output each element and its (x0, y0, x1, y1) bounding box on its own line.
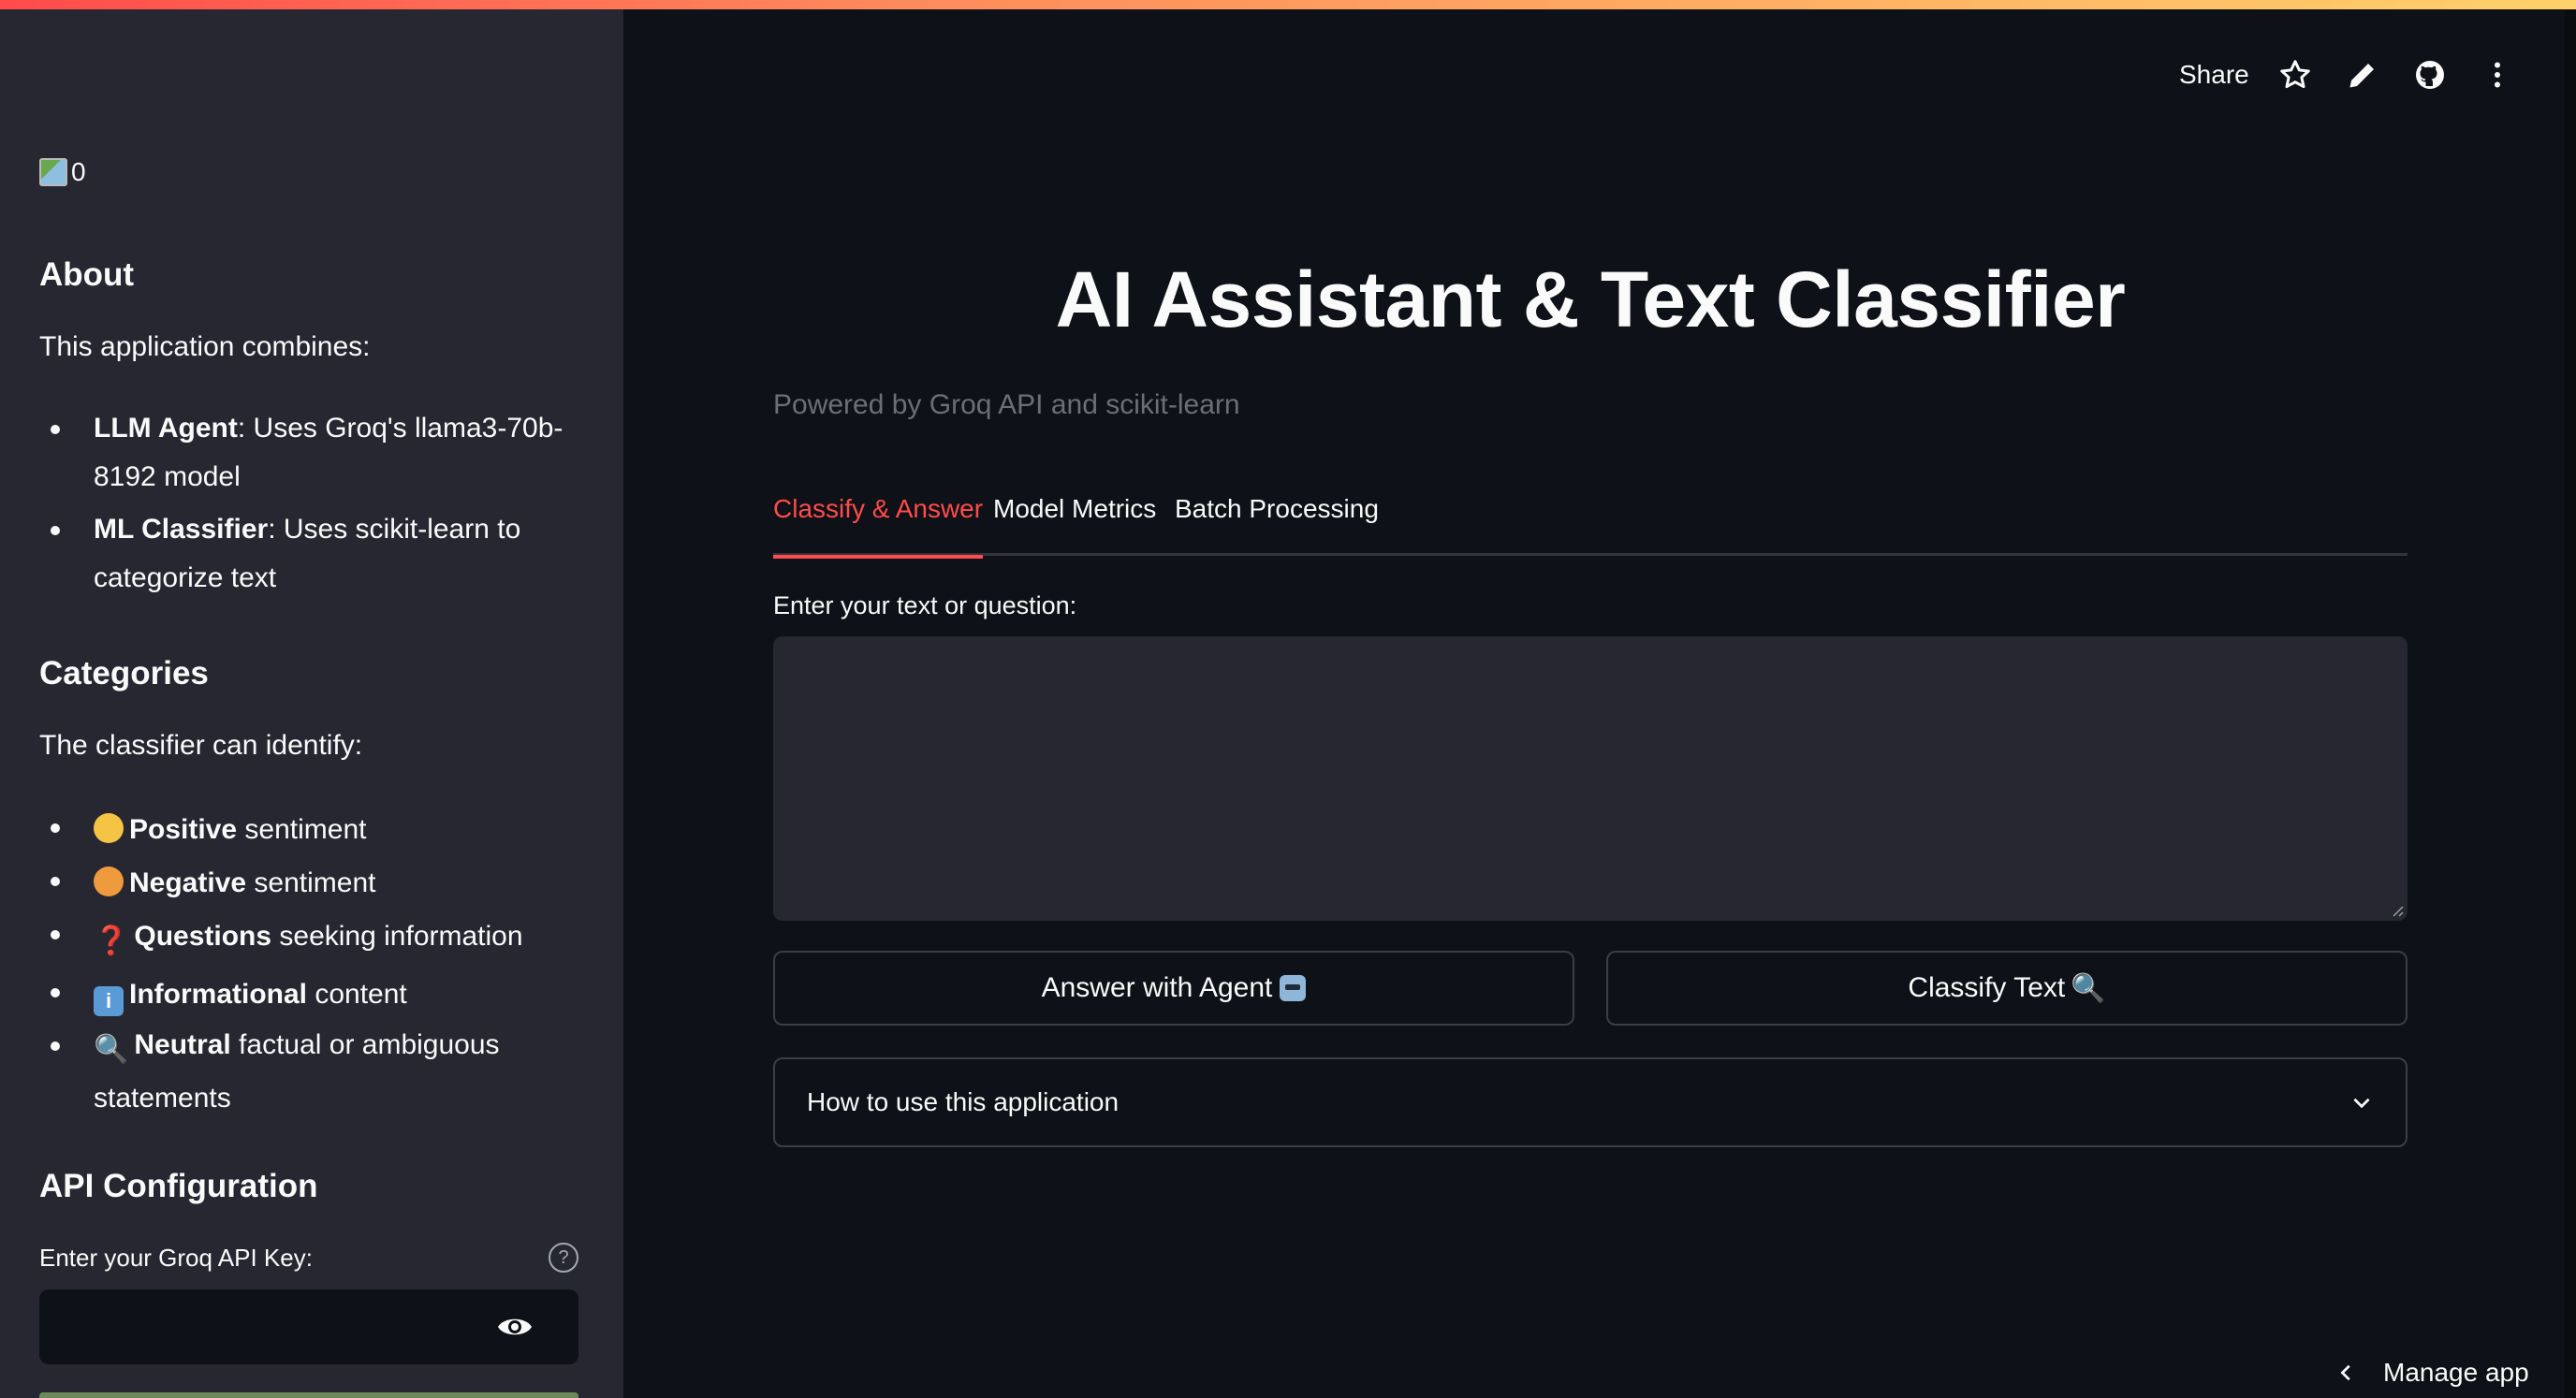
more-menu-icon[interactable] (2481, 58, 2514, 92)
top-decoration-bar (0, 0, 2576, 9)
about-list: LLM Agent: Uses Groq's llama3-70b-8192 m… (39, 404, 578, 603)
about-heading: About (39, 256, 135, 293)
about-text: This application combines: (39, 331, 371, 362)
info-icon: i (94, 986, 124, 1016)
tab-classify-answer[interactable]: Classify & Answer (773, 494, 984, 559)
chevron-left-icon (2340, 1364, 2350, 1381)
sidebar-bottom-strip (39, 1392, 578, 1398)
list-item: 🔍 Neutral factual or ambiguous statements (39, 1021, 578, 1123)
text-input[interactable] (773, 636, 2408, 921)
list-item: Positive sentiment (39, 803, 578, 856)
expander-label: How to use this application (807, 1087, 1120, 1116)
text-input-label: Enter your text or question: (773, 591, 1077, 619)
tab-model-metrics[interactable]: Model Metrics (993, 494, 1156, 556)
resize-grip-icon[interactable] (2389, 902, 2404, 917)
list-item: ML Classifier: Uses scikit-learn to cate… (39, 505, 578, 603)
tab-bar: Classify & Answer Model Metrics Batch Pr… (773, 494, 2408, 559)
api-key-label-row: Enter your Groq API Key: ? (39, 1243, 578, 1273)
chevron-down-icon (2353, 1098, 2370, 1109)
api-config-heading: API Configuration (39, 1168, 318, 1204)
list-item: Negative sentiment (39, 856, 578, 910)
smile-emoji-icon (94, 813, 124, 843)
categories-list: Positive sentiment Negative sentiment ❓ Q… (39, 803, 578, 1123)
list-item: ❓ Questions seeking information (39, 910, 578, 968)
classify-text-button[interactable]: Classify Text 🔍 (1606, 951, 2408, 1026)
magnifier-icon: 🔍 (94, 1034, 129, 1065)
sidebar: 0 About This application combines: LLM A… (0, 0, 623, 1398)
window-edge (2565, 0, 2576, 1398)
api-key-label: Enter your Groq API Key: (39, 1243, 313, 1272)
page-subtitle: Powered by Groq API and scikit-learn (773, 389, 1240, 420)
star-icon[interactable] (2278, 58, 2312, 92)
help-icon[interactable]: ? (549, 1243, 578, 1273)
share-button[interactable]: Share (2179, 60, 2249, 90)
magnifier-icon: 🔍 (2071, 972, 2106, 1004)
edit-pencil-icon[interactable] (2346, 58, 2379, 92)
categories-text: The classifier can identify: (39, 730, 363, 761)
angry-emoji-icon (94, 866, 124, 896)
tab-batch-processing[interactable]: Batch Processing (1175, 494, 1379, 556)
how-to-use-expander[interactable]: How to use this application (773, 1057, 2408, 1147)
page-title: AI Assistant & Text Classifier (1055, 255, 2126, 343)
robot-icon (1280, 975, 1307, 1001)
categories-heading: Categories (39, 655, 209, 692)
manage-app-button[interactable]: Manage app (2336, 1347, 2576, 1398)
sidebar-logo: 0 (39, 157, 86, 187)
question-mark-icon: ❓ (94, 925, 129, 956)
list-item: i Informational content (39, 968, 578, 1021)
broken-image-icon (39, 158, 67, 186)
eye-icon[interactable] (496, 1312, 534, 1342)
list-item: LLM Agent: Uses Groq's llama3-70b-8192 m… (39, 404, 578, 502)
answer-with-agent-button[interactable]: Answer with Agent (773, 951, 1574, 1026)
logo-alt-text: 0 (71, 157, 86, 186)
github-icon[interactable] (2413, 58, 2447, 92)
header-toolbar: Share (0, 52, 2576, 99)
